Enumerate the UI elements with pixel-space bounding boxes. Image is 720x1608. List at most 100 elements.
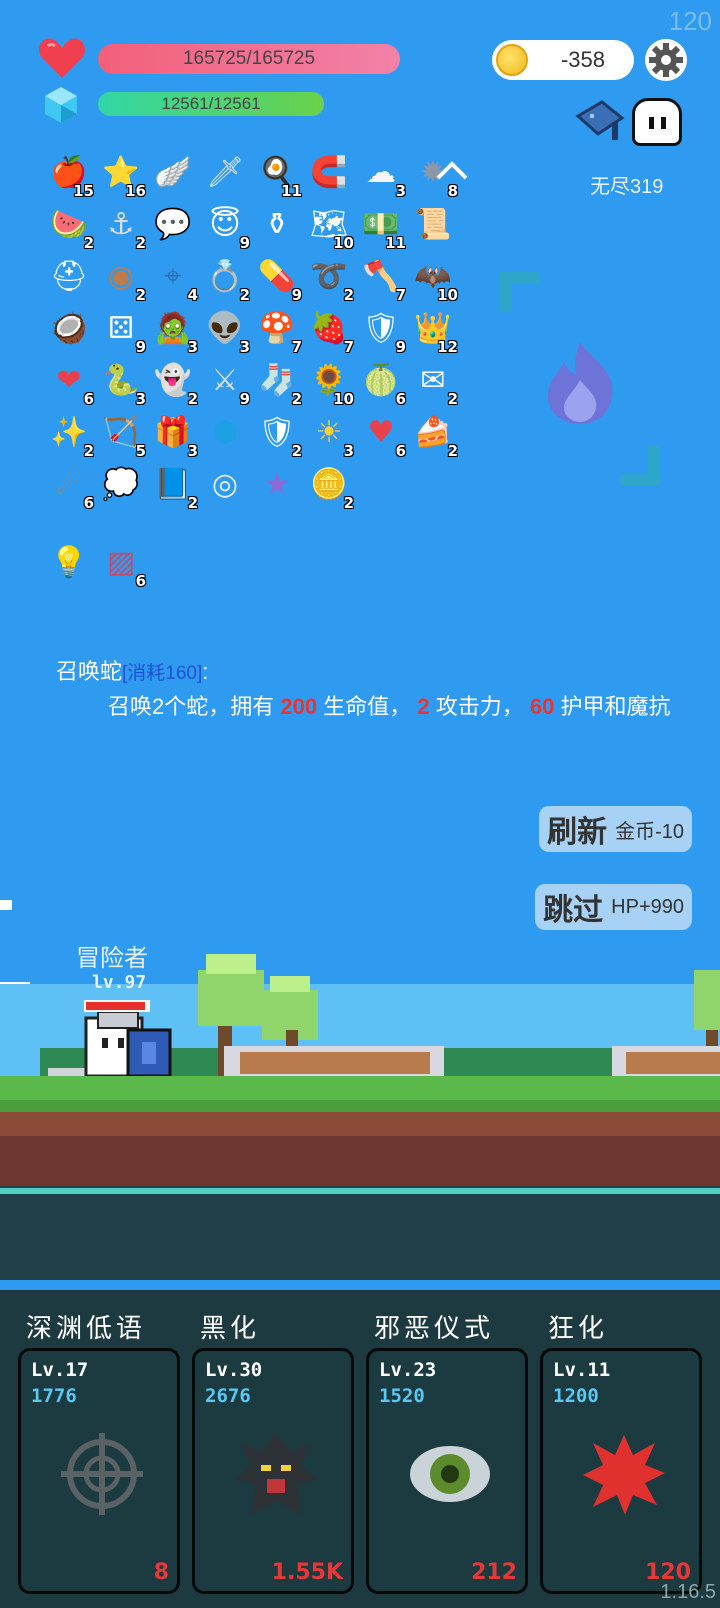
inventory-item[interactable]: 🪙 2 [304, 460, 356, 512]
inventory-item[interactable]: 🗺 10 [304, 200, 356, 252]
inventory-item[interactable]: ⭐ 16 [96, 148, 148, 200]
inventory-item[interactable]: 🍈 6 [356, 356, 408, 408]
inventory-item[interactable]: 📘 2 [148, 460, 200, 512]
inventory-item[interactable]: 🌻 10 [304, 356, 356, 408]
item-count: 2 [343, 286, 354, 304]
inventory-item[interactable]: 👑 12 [408, 304, 460, 356]
ghost-icon[interactable] [632, 98, 682, 146]
inventory-item[interactable]: ⬢ [200, 408, 252, 460]
inventory-item[interactable]: 👽 3 [200, 304, 252, 356]
item-count: 15 [73, 182, 94, 200]
inventory-item[interactable]: ◎ [200, 460, 252, 512]
inventory-item[interactable]: 🪓 7 [356, 252, 408, 304]
inventory-item[interactable]: 💬 [148, 200, 200, 252]
item-count: 11 [281, 182, 302, 200]
inventory-item[interactable]: ✉ 2 [408, 356, 460, 408]
inventory-item[interactable]: ★ [252, 460, 304, 512]
item-count: 7 [343, 338, 354, 356]
inventory-item[interactable]: 🍉 2 [44, 200, 96, 252]
inventory-item[interactable]: 🧦 2 [252, 356, 304, 408]
chat-icon: 💭 [102, 467, 140, 502]
inventory-item[interactable]: 🗡 [200, 148, 252, 200]
item-count: 16 [125, 182, 146, 200]
desc-text-4: 护甲和魔抗 [560, 694, 671, 719]
inventory-item[interactable]: 💍 2 [200, 252, 252, 304]
zombie-icon: 🧟 [154, 311, 192, 346]
player-name: 冒险者 [76, 945, 148, 972]
inventory-item[interactable]: 🛡 9 [356, 304, 408, 356]
inventory-item[interactable]: ▨ 6 [96, 538, 148, 590]
inventory-item[interactable]: ♥ 6 [356, 408, 408, 460]
version-label: 1.16.5 [660, 1581, 716, 1603]
inventory-item[interactable]: ☀ 3 [304, 408, 356, 460]
item-row: ❤ 6 🐍 3 👻 2 ⚔ 9 🧦 2 🌻 10 🍈 6 ✉ 2 [44, 356, 464, 408]
item-count: 6 [83, 390, 94, 408]
desc-armor: 60 [529, 694, 555, 719]
coins-icon: 🪙 [310, 467, 348, 502]
crystal-icon [45, 87, 77, 123]
ability-card[interactable]: Lv.23 1520 212 [366, 1348, 528, 1594]
inventory-item[interactable]: ⚔ 9 [200, 356, 252, 408]
inventory-item[interactable]: ➰ 2 [304, 252, 356, 304]
crosshair-icon [57, 1429, 147, 1519]
item-count: 9 [239, 390, 250, 408]
ability-name: 黑化 [200, 1313, 261, 1343]
player-level: lv.97 [92, 972, 147, 993]
item-count: 9 [135, 338, 146, 356]
inventory-item[interactable]: ⛑ [44, 252, 96, 304]
ability-cost: 1776 [31, 1385, 77, 1407]
shield-icon: 🛡 [361, 311, 401, 346]
inventory-item[interactable]: 👻 2 [148, 356, 200, 408]
inventory-item[interactable]: 🍳 11 [252, 148, 304, 200]
inventory-item[interactable]: 📜 [408, 200, 460, 252]
inventory-item[interactable]: 😇 9 [200, 200, 252, 252]
inventory-item[interactable]: 🧟 3 [148, 304, 200, 356]
refresh-button[interactable]: 刷新 金币-10 [539, 806, 692, 852]
inventory-item[interactable]: 🍰 2 [408, 408, 460, 460]
mushroom-icon: 🍄 [258, 311, 296, 346]
inventory-item[interactable]: 🍓 7 [304, 304, 356, 356]
item-count: 6 [135, 572, 146, 590]
snake-hook-icon: 🐍 [102, 363, 140, 398]
inventory-item[interactable]: ⚄ 9 [96, 304, 148, 356]
inventory-item[interactable]: 💭 [96, 460, 148, 512]
inventory-item[interactable]: ⚱ [252, 200, 304, 252]
chevron-up-icon[interactable] [432, 152, 472, 192]
ability-card[interactable]: Lv.11 1200 120 [540, 1348, 702, 1594]
ability-card[interactable]: Lv.30 2676 1.55K [192, 1348, 354, 1594]
gear-icon[interactable] [644, 38, 688, 82]
inventory-item[interactable]: 🧲 [304, 148, 356, 200]
inventory-item[interactable]: ✨ 2 [44, 408, 96, 460]
inventory-item[interactable]: ⚓ 2 [96, 200, 148, 252]
inventory-item[interactable]: ⌖ 4 [148, 252, 200, 304]
watermelon-icon: 🍉 [50, 207, 88, 242]
inventory-item[interactable]: 🦇 10 [408, 252, 460, 304]
inventory-item[interactable]: 💵 11 [356, 200, 408, 252]
inventory-item[interactable]: 🍎 15 [44, 148, 96, 200]
inventory-item[interactable]: 🥥 [44, 304, 96, 356]
dice-icon: ⚄ [107, 311, 135, 346]
envelope-icon: ✉ [420, 363, 446, 398]
inventory-item[interactable]: 🛡 2 [252, 408, 304, 460]
ghost-icon: 👻 [154, 363, 192, 398]
inventory-item[interactable]: 🎁 3 [148, 408, 200, 460]
inventory-item[interactable]: 🏹 5 [96, 408, 148, 460]
inventory-item[interactable]: ◉ 2 [96, 252, 148, 304]
dark-tree-icon [231, 1429, 321, 1519]
ability-name: 深渊低语 [26, 1313, 147, 1343]
fish-flag-icon[interactable] [572, 98, 628, 144]
inventory-item[interactable]: 🪽 [148, 148, 200, 200]
inventory-item[interactable]: 🍄 7 [252, 304, 304, 356]
ability-name: 狂化 [548, 1313, 609, 1343]
inventory-item[interactable]: 🐍 3 [96, 356, 148, 408]
ability-card[interactable]: Lv.17 1776 8 [18, 1348, 180, 1594]
coin-value: -358 [560, 47, 606, 72]
inventory-item[interactable]: ☄ 6 [44, 460, 96, 512]
coin-icon [496, 44, 528, 76]
inventory-item[interactable]: ☁ 3 [356, 148, 408, 200]
inventory-item[interactable]: 💡 [44, 538, 96, 590]
item-count: 2 [447, 390, 458, 408]
extra-items: 💡 ▨ 6 [44, 538, 148, 590]
inventory-item[interactable]: ❤ 6 [44, 356, 96, 408]
inventory-item[interactable]: 💊 9 [252, 252, 304, 304]
